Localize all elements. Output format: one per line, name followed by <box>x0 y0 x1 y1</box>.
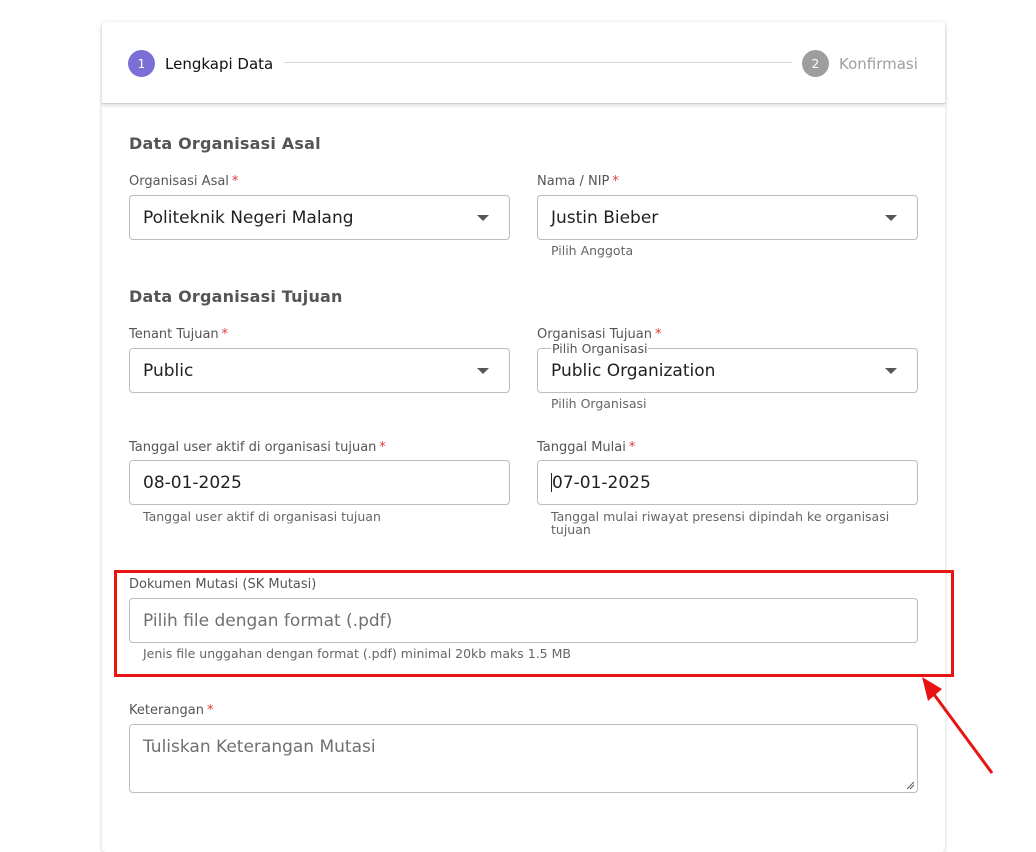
tanggal-aktif-input[interactable]: 08-01-2025 <box>129 460 510 505</box>
organisasi-tujuan-hint: Pilih Organisasi <box>551 396 647 411</box>
dropdown-arrow-icon <box>885 368 897 374</box>
tenant-tujuan-label: Tenant Tujuan * <box>129 327 229 342</box>
tanggal-aktif-label: Tanggal user aktif di organisasi tujuan * <box>129 440 386 455</box>
tanggal-aktif-hint: Tanggal user aktif di organisasi tujuan <box>143 509 381 524</box>
section-title-asal: Data Organisasi Asal <box>129 134 321 153</box>
step-number: 2 <box>802 50 829 77</box>
organisasi-asal-label: Organisasi Asal * <box>129 174 239 189</box>
dropdown-arrow-icon <box>885 215 897 221</box>
tanggal-aktif-value: 08-01-2025 <box>143 472 242 493</box>
step-number: 1 <box>128 50 155 77</box>
dropdown-arrow-icon <box>477 215 489 221</box>
organisasi-tujuan-floating-label: Pilih Organisasi <box>551 341 649 356</box>
organisasi-tujuan-value: Public Organization <box>551 360 716 381</box>
organisasi-asal-select[interactable]: Politeknik Negeri Malang <box>129 195 510 240</box>
stepper: 1 Lengkapi Data 2 Konfirmasi <box>102 22 945 104</box>
nama-nip-label: Nama / NIP * <box>537 174 619 189</box>
resize-handle-icon[interactable] <box>906 781 915 790</box>
section-title-tujuan: Data Organisasi Tujuan <box>129 287 343 306</box>
dropdown-arrow-icon <box>477 368 489 374</box>
step-konfirmasi[interactable]: 2 Konfirmasi <box>802 50 918 77</box>
tanggal-mulai-hint-line1: Tanggal mulai riwayat presensi dipindah … <box>551 509 890 524</box>
highlight-box <box>114 570 954 677</box>
tenant-tujuan-value: Public <box>143 360 194 381</box>
annotation-arrow-icon <box>922 677 994 774</box>
tanggal-mulai-value: 07-01-2025 <box>552 472 651 493</box>
step-connector <box>284 62 792 63</box>
organisasi-tujuan-label: Organisasi Tujuan * <box>537 327 662 342</box>
tanggal-mulai-hint-line2: tujuan <box>551 522 591 537</box>
organisasi-asal-value: Politeknik Negeri Malang <box>143 207 354 228</box>
step-label: Konfirmasi <box>839 54 918 73</box>
nama-nip-hint: Pilih Anggota <box>551 243 634 258</box>
nama-nip-value: Justin Bieber <box>551 207 659 228</box>
keterangan-textarea[interactable]: Tuliskan Keterangan Mutasi <box>129 724 918 793</box>
organisasi-tujuan-select[interactable]: Pilih Organisasi Public Organization <box>537 342 918 393</box>
tanggal-mulai-label: Tanggal Mulai * <box>537 440 636 455</box>
keterangan-placeholder: Tuliskan Keterangan Mutasi <box>143 737 376 757</box>
step-label: Lengkapi Data <box>165 54 274 73</box>
step-lengkapi-data[interactable]: 1 Lengkapi Data <box>128 50 273 77</box>
keterangan-label: Keterangan * <box>129 703 214 718</box>
tenant-tujuan-select[interactable]: Public <box>129 348 510 393</box>
tanggal-mulai-hint: Tanggal mulai riwayat presensi dipindah … <box>551 510 889 536</box>
nama-nip-select[interactable]: Justin Bieber <box>537 195 918 240</box>
tanggal-mulai-input[interactable]: 07-01-2025 <box>537 460 918 505</box>
